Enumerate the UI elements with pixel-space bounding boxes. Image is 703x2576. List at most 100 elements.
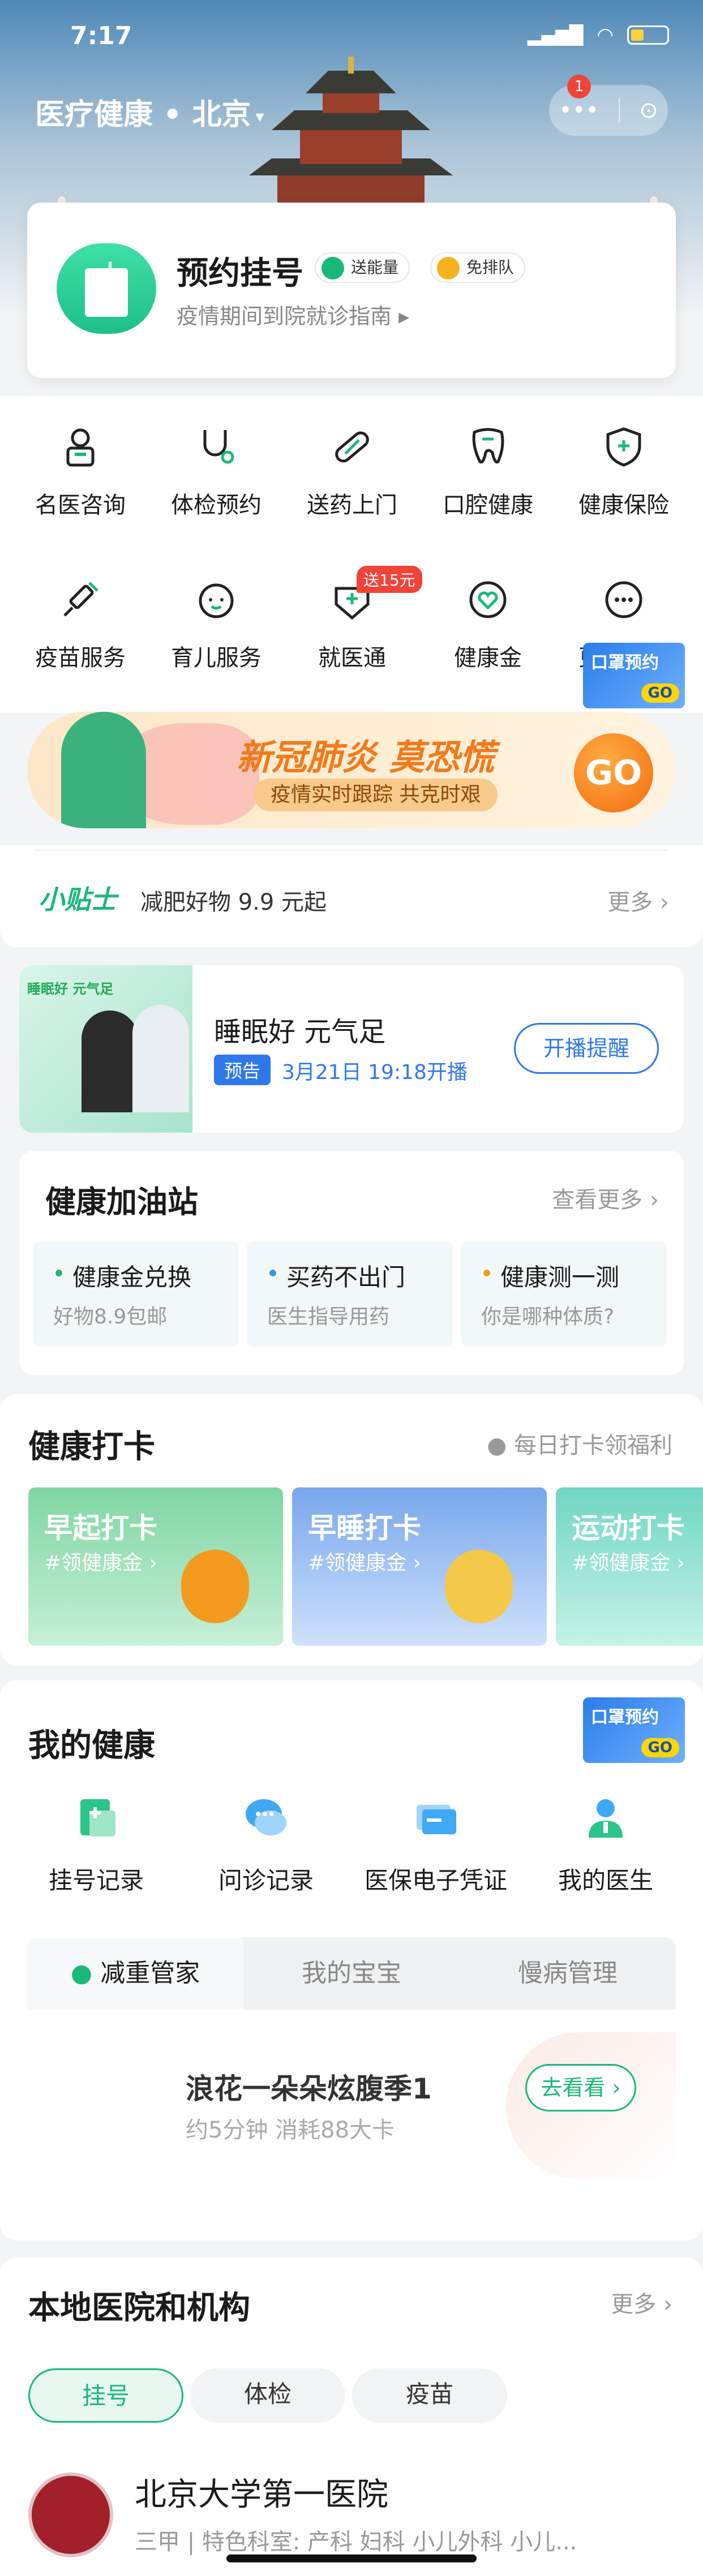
banner-headline: 新冠肺炎 莫恐慌: [237, 737, 495, 778]
tooth-icon: [472, 428, 504, 464]
battery-icon: [627, 25, 669, 45]
service-item-health-gold[interactable]: 健康金: [420, 560, 556, 673]
appointment-card[interactable]: + 预约挂号 送能量 免排队 疫情期间到院就诊指南 ▸: [27, 203, 676, 378]
hospital-meta: 三甲 | 特色科室: 产科 妇科 小儿外科 小儿...: [135, 2529, 577, 2555]
checkin-hint[interactable]: ● 每日打卡领福利: [487, 1427, 672, 1460]
baby-icon: [199, 583, 234, 618]
tips-text[interactable]: 减肥好物 9.9 元起: [140, 884, 327, 917]
pill-icon: [335, 431, 369, 463]
station-card-sub: 医生指导用药: [267, 1305, 390, 1328]
live-card[interactable]: 睡眠好 元气足 睡眠好 元气足 预告 3月21日 19:18开播 开播提醒: [19, 965, 684, 1133]
service-item-doctor-consult[interactable]: 名医咨询: [12, 407, 148, 521]
station-card-health-test[interactable]: 健康测一测 你是哪种体质?: [461, 1241, 667, 1347]
insurance-card-icon: [417, 1805, 456, 1834]
tab-my-baby[interactable]: 我的宝宝: [243, 1937, 460, 2010]
appointment-title: 预约挂号: [177, 255, 303, 292]
view-program-button[interactable]: 去看看 ›: [525, 2064, 636, 2111]
lightning-icon: [437, 257, 460, 279]
energy-icon: [322, 257, 344, 279]
more-icon: [605, 581, 642, 618]
epidemic-guide-link[interactable]: 疫情期间到院就诊指南 ▸: [177, 299, 409, 330]
hospital-name[interactable]: 北京大学第一医院: [135, 2469, 388, 2515]
checkin-card-title: 运动打卡: [572, 1512, 685, 1545]
status-icons: ▂▄▆█ ◠: [528, 24, 669, 46]
fox-mascot-icon: [181, 1550, 249, 1623]
syringe-icon: [63, 582, 98, 617]
section-title: 健康加油站: [45, 1184, 198, 1220]
service-item-dental[interactable]: 口腔健康: [420, 407, 556, 521]
chat-record-icon: [246, 1799, 286, 1835]
register-record-icon: [80, 1799, 115, 1837]
mask-reservation-float[interactable]: 口罩预约 GO: [583, 643, 685, 708]
my-health-consult-record[interactable]: 问诊记录: [181, 1794, 351, 1895]
service-label: 名医咨询: [35, 492, 126, 518]
program-subtitle: 约5分钟 消耗88大卡: [186, 2117, 395, 2143]
chip-register[interactable]: 挂号: [28, 2368, 183, 2423]
flame-icon: ●: [70, 1959, 93, 1988]
my-health-register-record[interactable]: 挂号记录: [11, 1794, 181, 1895]
program-panel: 浪花一朵朵炫腹季1 约5分钟 消耗88大卡 去看看 ›: [27, 2010, 676, 2196]
service-item-insurance[interactable]: 健康保险: [556, 407, 692, 521]
checkin-card-sub: #领健康金 ›: [572, 1551, 685, 1575]
service-item-vaccine[interactable]: 疫苗服务: [12, 560, 148, 673]
divider: [34, 850, 669, 851]
station-card-sub: 你是哪种体质?: [481, 1305, 615, 1328]
host-photo: [82, 1010, 138, 1112]
station-more-link[interactable]: 查看更多 ›: [552, 1181, 659, 1214]
my-health-label: 医保电子凭证: [364, 1867, 507, 1894]
live-time: 3月21日 19:18开播: [282, 1061, 468, 1084]
wifi-icon: ◠: [597, 24, 614, 46]
nurse-illustration: [61, 712, 146, 828]
service-label: 育儿服务: [171, 645, 262, 671]
more-menu-icon[interactable]: •••: [559, 97, 599, 123]
thumbnail-title: 睡眠好 元气足: [27, 981, 114, 997]
service-item-checkup[interactable]: 体检预约: [148, 407, 284, 521]
city-selector[interactable]: 医疗健康 • 北京 ▾: [35, 91, 264, 133]
health-program-card: ● 减重管家 我的宝宝 慢病管理 浪花一朵朵炫腹季1 约5分钟 消耗88大卡 去…: [27, 1937, 676, 2196]
no-queue-tag: 免排队: [430, 252, 526, 283]
my-health-label: 问诊记录: [218, 1867, 314, 1894]
checkin-card-title: 早起打卡: [44, 1512, 157, 1545]
local-hospitals-section: 本地医院和机构 更多 › 挂号 体检 疫苗 北京大学第一医院 三甲 | 特色科室…: [0, 2257, 703, 2576]
dot-icon: [53, 1267, 65, 1279]
service-item-drug-delivery[interactable]: 送药上门: [284, 407, 420, 521]
banner-go-button[interactable]: GO: [574, 733, 653, 812]
my-health-section: 我的健康 挂号记录 问诊记录 医保电子凭证 我的医生 ● 减重管家 我的宝宝 慢…: [0, 1680, 703, 2240]
checkin-card-exercise[interactable]: 运动打卡 #领健康金 ›: [556, 1487, 703, 1646]
tips-more-link[interactable]: 更多 ›: [607, 884, 669, 917]
covid-banner[interactable]: 新冠肺炎 莫恐慌 疫情实时跟踪 共克时艰 GO: [27, 712, 676, 828]
service-label: 健康金: [454, 645, 522, 671]
heart-coin-icon: [469, 581, 507, 618]
service-item-parenting[interactable]: 育儿服务: [148, 560, 284, 673]
my-health-my-doctor[interactable]: 我的医生: [521, 1794, 691, 1895]
service-label: 健康保险: [578, 492, 669, 518]
service-label: 送药上门: [307, 492, 397, 518]
close-icon[interactable]: ⊙: [639, 97, 658, 123]
doctor-icon: [66, 428, 95, 467]
station-card-gold-exchange[interactable]: 健康金兑换 好物8.9包邮: [33, 1241, 239, 1347]
mask-reservation-float-2[interactable]: 口罩预约 GO: [583, 1697, 685, 1763]
service-promo-badge: 送15元: [357, 566, 422, 593]
energy-tag: 送能量: [315, 252, 410, 283]
checkin-card-early-sleep[interactable]: 早睡打卡 #领健康金 ›: [292, 1487, 547, 1646]
chip-vaccine[interactable]: 疫苗: [352, 2368, 507, 2423]
checkin-card-early-rise[interactable]: 早起打卡 #领健康金 ›: [28, 1487, 283, 1646]
checkin-card-title: 早睡打卡: [308, 1512, 421, 1545]
live-title: 睡眠好 元气足: [214, 1016, 386, 1048]
station-card-buy-medicine[interactable]: 买药不出门 医生指导用药: [247, 1241, 453, 1347]
page-root: 7:17 ▂▄▆█ ◠ 医疗健康 • 北京 ▾ ••• ⊙ 1 + 预约挂号 送能…: [0, 0, 703, 2576]
home-indicator: [226, 2555, 477, 2562]
tab-chronic-disease[interactable]: 慢病管理: [460, 1937, 676, 2010]
my-health-insurance-card[interactable]: 医保电子凭证: [351, 1794, 521, 1895]
notification-badge: 1: [567, 75, 591, 98]
section-title: 健康打卡: [28, 1429, 155, 1465]
service-label: 体检预约: [171, 492, 262, 518]
chip-checkup[interactable]: 体检: [190, 2368, 345, 2423]
program-tabs: ● 减重管家 我的宝宝 慢病管理: [27, 1937, 676, 2010]
remind-button[interactable]: 开播提醒: [514, 1023, 659, 1074]
local-more-link[interactable]: 更多 ›: [611, 2286, 672, 2319]
checkin-section: 健康打卡 ● 每日打卡领福利 早起打卡 #领健康金 › 早睡打卡 #领健康金 ›…: [0, 1394, 703, 1666]
tab-weight-manager[interactable]: ● 减重管家: [27, 1937, 243, 2010]
dot-icon: [267, 1267, 278, 1279]
tips-bar: 小贴士 减肥好物 9.9 元起 更多 ›: [0, 845, 703, 947]
